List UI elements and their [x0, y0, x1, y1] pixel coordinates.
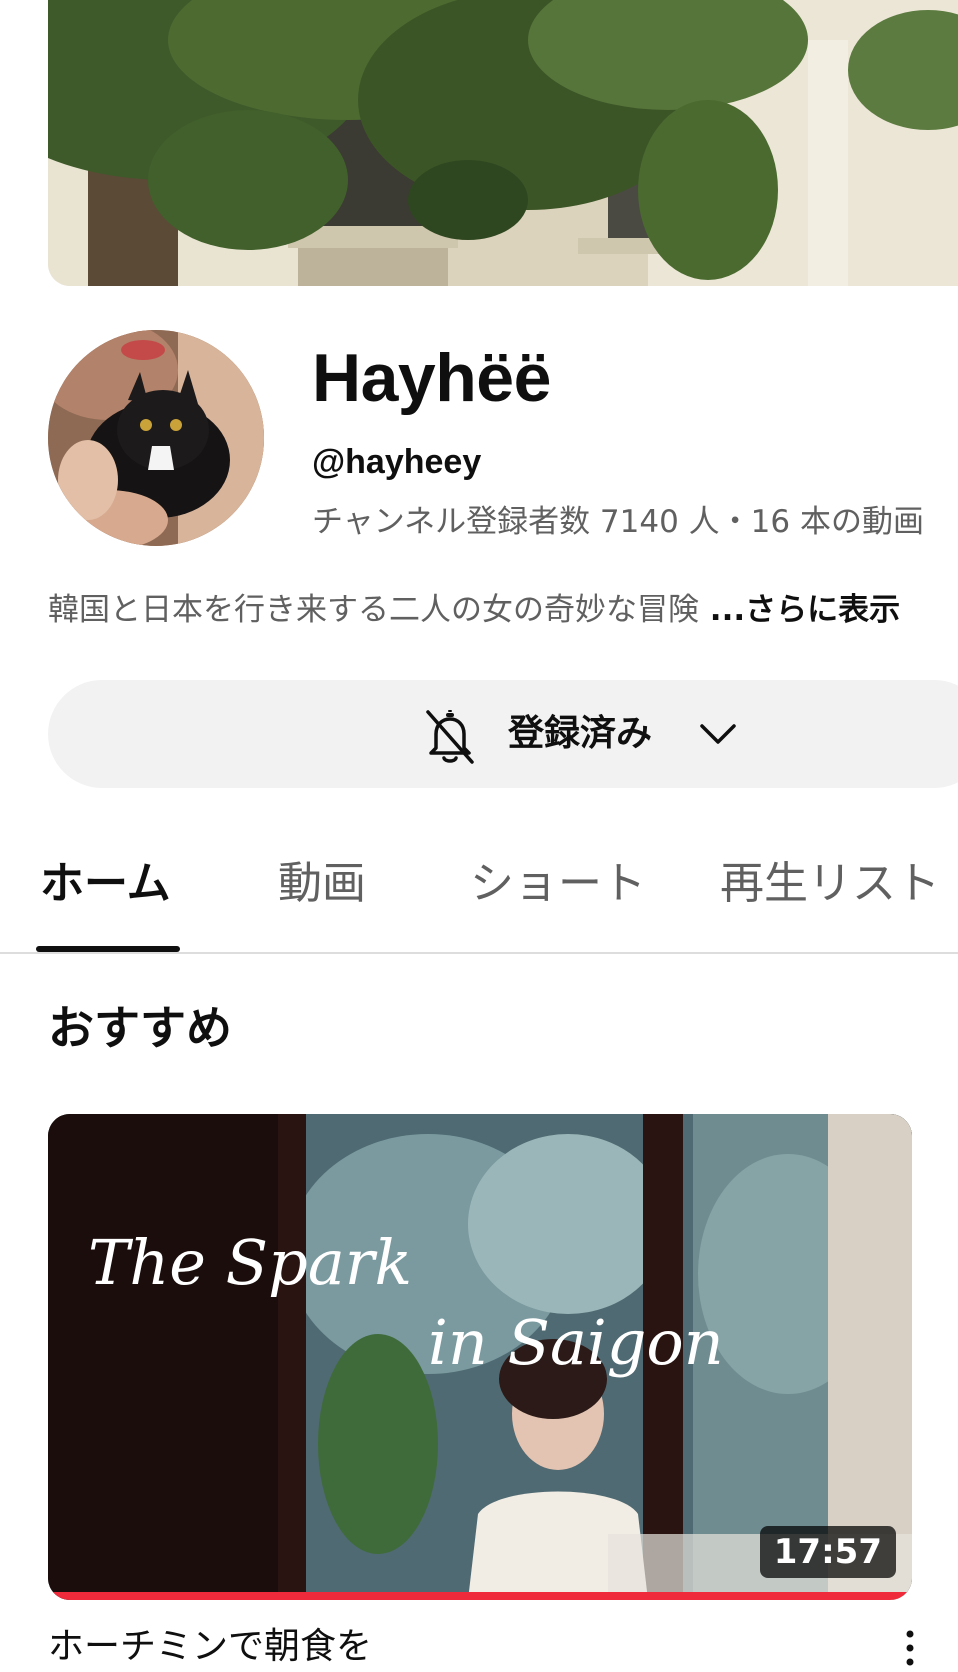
banner-image: [48, 0, 958, 286]
bell-off-icon: [426, 710, 474, 764]
avatar-image: [48, 330, 264, 546]
channel-tabs: ホーム 動画 ショート 再生リスト: [0, 824, 958, 954]
channel-handle: @hayheey: [312, 443, 482, 481]
chevron-down-icon: [700, 724, 736, 744]
watch-progress-fill: [48, 1592, 912, 1600]
channel-banner: [48, 0, 958, 286]
show-more-link[interactable]: ...さらに表示: [699, 592, 900, 628]
channel-name: Hayhëë: [312, 340, 551, 416]
tab-playlists[interactable]: 再生リスト: [720, 856, 940, 912]
featured-video-thumbnail[interactable]: The Spark in Saigon 17:57: [48, 1114, 912, 1600]
tab-shorts[interactable]: ショート: [470, 856, 646, 912]
description-text: 韓国と日本を行き来する二人の女の奇妙な冒険: [48, 592, 699, 628]
video-duration-badge: 17:57: [759, 1526, 896, 1578]
watch-progress-track: [48, 1592, 912, 1600]
featured-video-title[interactable]: ホーチミンで朝食を: [48, 1622, 372, 1672]
subscribed-button[interactable]: 登録済み: [48, 680, 958, 788]
channel-stats: チャンネル登録者数 7140 人・16 本の動画: [312, 504, 924, 540]
tab-videos[interactable]: 動画: [278, 856, 366, 912]
tabs-divider: [0, 952, 958, 954]
thumbnail-title-line1: The Spark: [88, 1226, 412, 1299]
channel-description[interactable]: 韓国と日本を行き来する二人の女の奇妙な冒険 ...さらに表示: [48, 588, 958, 632]
more-vert-icon[interactable]: [898, 1626, 922, 1666]
tab-home[interactable]: ホーム: [40, 856, 171, 912]
subscribed-label: 登録済み: [508, 713, 653, 754]
channel-avatar[interactable]: [48, 330, 264, 546]
thumbnail-title-line2: in Saigon: [428, 1306, 724, 1379]
section-title: おすすめ: [48, 1001, 232, 1055]
